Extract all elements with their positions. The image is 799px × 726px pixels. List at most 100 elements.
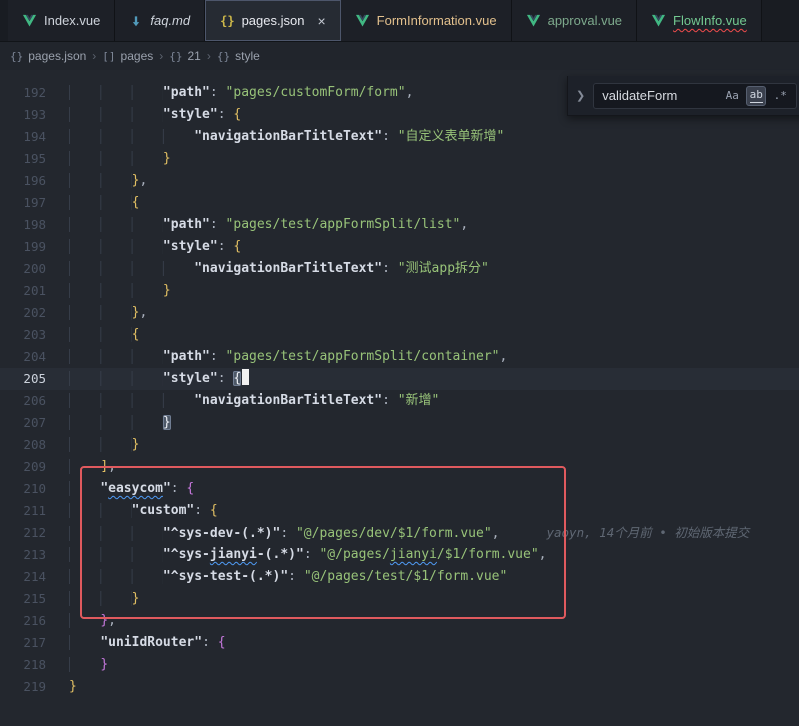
code-line[interactable]: 213 "^sys-jianyi-(.*)": "@/pages/jianyi/… (0, 544, 799, 566)
code-line[interactable]: 196 }, (0, 170, 799, 192)
find-input[interactable]: validateForm Aaab.* (593, 83, 797, 109)
git-blame-annotation: yaoyn, 14个月前 • 初始版本提交 (546, 525, 749, 540)
vscode-window: { "tabs": { "items": [ {"label":"Index.v… (0, 0, 799, 726)
breadcrumb-item-21[interactable]: {}21 (169, 49, 201, 63)
code-content: } (69, 588, 139, 610)
json-key: "^sys-dev-(.*)" (163, 526, 280, 541)
close-icon[interactable]: × (317, 14, 325, 28)
code-line[interactable]: 194 "navigationBarTitleText": "自定义表单新增" (0, 126, 799, 148)
tab-label: faq.md (150, 13, 190, 28)
line-number[interactable]: 213 (0, 544, 46, 566)
match-case-toggle[interactable]: Aa (722, 86, 742, 106)
line-number[interactable]: 210 (0, 478, 46, 500)
code-line[interactable]: 203 { (0, 324, 799, 346)
line-number[interactable]: 214 (0, 566, 46, 588)
text-cursor (242, 369, 249, 385)
code-line[interactable]: 201 } (0, 280, 799, 302)
json-key: easycom (108, 481, 163, 496)
line-number[interactable]: 193 (0, 104, 46, 126)
breadcrumb-label: style (235, 49, 260, 63)
tab-pages-json[interactable]: {}pages.json× (205, 0, 341, 41)
code-line[interactable]: 205 "style": { (0, 368, 799, 390)
line-number[interactable]: 200 (0, 258, 46, 280)
code-line[interactable]: 208 } (0, 434, 799, 456)
breadcrumb-item-pages-json[interactable]: {}pages.json (10, 49, 86, 63)
code-content: "easycom": { (69, 478, 194, 500)
whole-word-toggle[interactable]: ab (746, 86, 766, 106)
code-line[interactable]: 198 "path": "pages/test/appFormSplit/lis… (0, 214, 799, 236)
tab-index-vue[interactable]: Index.vue (8, 0, 115, 41)
line-number[interactable]: 208 (0, 434, 46, 456)
line-number[interactable]: 202 (0, 302, 46, 324)
code-line[interactable]: 199 "style": { (0, 236, 799, 258)
code-line[interactable]: 195 } (0, 148, 799, 170)
line-number[interactable]: 209 (0, 456, 46, 478)
json-string: "测试app拆分" (398, 261, 489, 276)
indent-whitespace (69, 481, 100, 496)
code-line[interactable]: 215 } (0, 588, 799, 610)
line-number[interactable]: 217 (0, 632, 46, 654)
breadcrumb-item-pages[interactable]: []pages (102, 49, 153, 63)
breadcrumb: {}pages.json›[]pages›{}21›{}style (0, 42, 799, 70)
tab-faq-md[interactable]: faq.md (115, 0, 205, 41)
json-key: "style" (163, 239, 218, 254)
indent-whitespace (69, 393, 194, 408)
line-number[interactable]: 219 (0, 676, 46, 698)
punctuation: : (218, 107, 234, 122)
line-number[interactable]: 197 (0, 192, 46, 214)
line-number[interactable]: 207 (0, 412, 46, 434)
line-number[interactable]: 192 (0, 82, 46, 104)
code-line[interactable]: 211 "custom": { (0, 500, 799, 522)
line-number[interactable]: 211 (0, 500, 46, 522)
line-number[interactable]: 204 (0, 346, 46, 368)
code-line[interactable]: 197 { (0, 192, 799, 214)
find-expand-chevron-icon[interactable]: ❯ (576, 89, 585, 102)
tab-forminformation-vue[interactable]: FormInformation.vue (341, 0, 512, 41)
breadcrumb-separator: › (159, 49, 163, 63)
indent-whitespace (69, 151, 163, 166)
line-number[interactable]: 201 (0, 280, 46, 302)
tab-approval-vue[interactable]: approval.vue (512, 0, 637, 41)
code-line[interactable]: 216 }, (0, 610, 799, 632)
line-number[interactable]: 203 (0, 324, 46, 346)
code-line[interactable]: 204 "path": "pages/test/appFormSplit/con… (0, 346, 799, 368)
line-number[interactable]: 194 (0, 126, 46, 148)
code-line[interactable]: 207 } (0, 412, 799, 434)
indent-whitespace (69, 239, 163, 254)
line-number[interactable]: 205 (0, 368, 46, 390)
code-line[interactable]: 209 ], (0, 456, 799, 478)
code-content: "custom": { (69, 500, 218, 522)
breadcrumb-item-style[interactable]: {}style (217, 49, 260, 63)
line-number[interactable]: 206 (0, 390, 46, 412)
code-line[interactable]: 219} (0, 676, 799, 698)
code-line[interactable]: 200 "navigationBarTitleText": "测试app拆分" (0, 258, 799, 280)
breadcrumb-label: 21 (188, 49, 201, 63)
code-line[interactable]: 212 "^sys-dev-(.*)": "@/pages/dev/$1/for… (0, 522, 799, 544)
json-key: "custom" (132, 503, 195, 518)
line-number[interactable]: 195 (0, 148, 46, 170)
brace: { (132, 195, 140, 210)
json-key: "^sys- (163, 547, 210, 562)
code-line[interactable]: 202 }, (0, 302, 799, 324)
line-number[interactable]: 216 (0, 610, 46, 632)
json-key: "style" (163, 107, 218, 122)
indent-whitespace (69, 195, 132, 210)
line-number[interactable]: 199 (0, 236, 46, 258)
line-number[interactable]: 215 (0, 588, 46, 610)
regex-toggle[interactable]: .* (770, 86, 790, 106)
line-number[interactable]: 218 (0, 654, 46, 676)
line-number[interactable]: 198 (0, 214, 46, 236)
punctuation: , (492, 526, 500, 541)
code-line[interactable]: 214 "^sys-test-(.*)": "@/pages/test/$1/f… (0, 566, 799, 588)
indent-whitespace (69, 261, 194, 276)
line-number[interactable]: 212 (0, 522, 46, 544)
code-line[interactable]: 206 "navigationBarTitleText": "新增" (0, 390, 799, 412)
brace: { (218, 635, 226, 650)
tab-flowinfo-vue[interactable]: FlowInfo.vue (637, 0, 762, 41)
code-line[interactable]: 210 "easycom": { (0, 478, 799, 500)
line-number[interactable]: 196 (0, 170, 46, 192)
code-line[interactable]: 218 } (0, 654, 799, 676)
punctuation: : (171, 481, 187, 496)
code-content: "style": { (69, 104, 241, 126)
code-line[interactable]: 217 "uniIdRouter": { (0, 632, 799, 654)
